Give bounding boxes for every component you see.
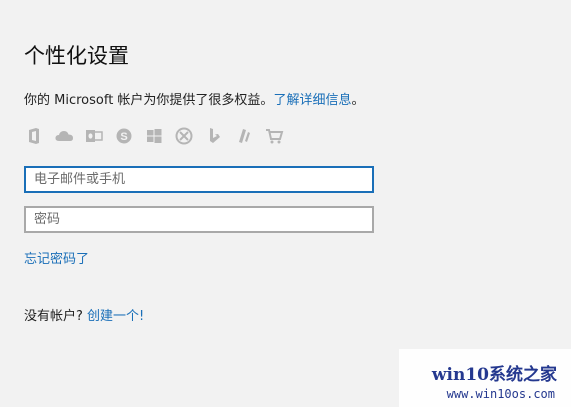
xbox-icon [174,126,194,146]
watermark-url: www.win10os.com [446,387,555,401]
store-icon [264,126,284,146]
office-icon [24,126,44,146]
no-account-row: 没有帐户? 创建一个! [24,305,144,324]
msn-icon [234,126,254,146]
password-field[interactable] [24,206,374,233]
email-field[interactable] [24,166,374,193]
page-title: 个性化设置 [24,44,129,68]
create-account-link[interactable]: 创建一个! [87,309,144,324]
bing-icon [204,126,224,146]
skype-icon: S [114,126,134,146]
learn-more-link[interactable]: 了解详细信息 [273,93,351,108]
svg-text:S: S [120,131,127,143]
description-text: 你的 Microsoft 帐户为你提供了很多权益。 [24,93,274,108]
description: 你的 Microsoft 帐户为你提供了很多权益。了解详细信息。 [24,89,364,108]
onedrive-icon [54,126,74,146]
watermark-title: win10系统之家 [431,365,557,385]
service-icons-row: S [24,126,284,146]
description-period: 。 [351,93,365,108]
outlook-icon [84,126,104,146]
windows-icon [144,126,164,146]
forgot-password-link[interactable]: 忘记密码了 [24,248,89,267]
no-account-text: 没有帐户? [24,309,83,324]
watermark: win10系统之家 www.win10os.com [399,349,571,407]
